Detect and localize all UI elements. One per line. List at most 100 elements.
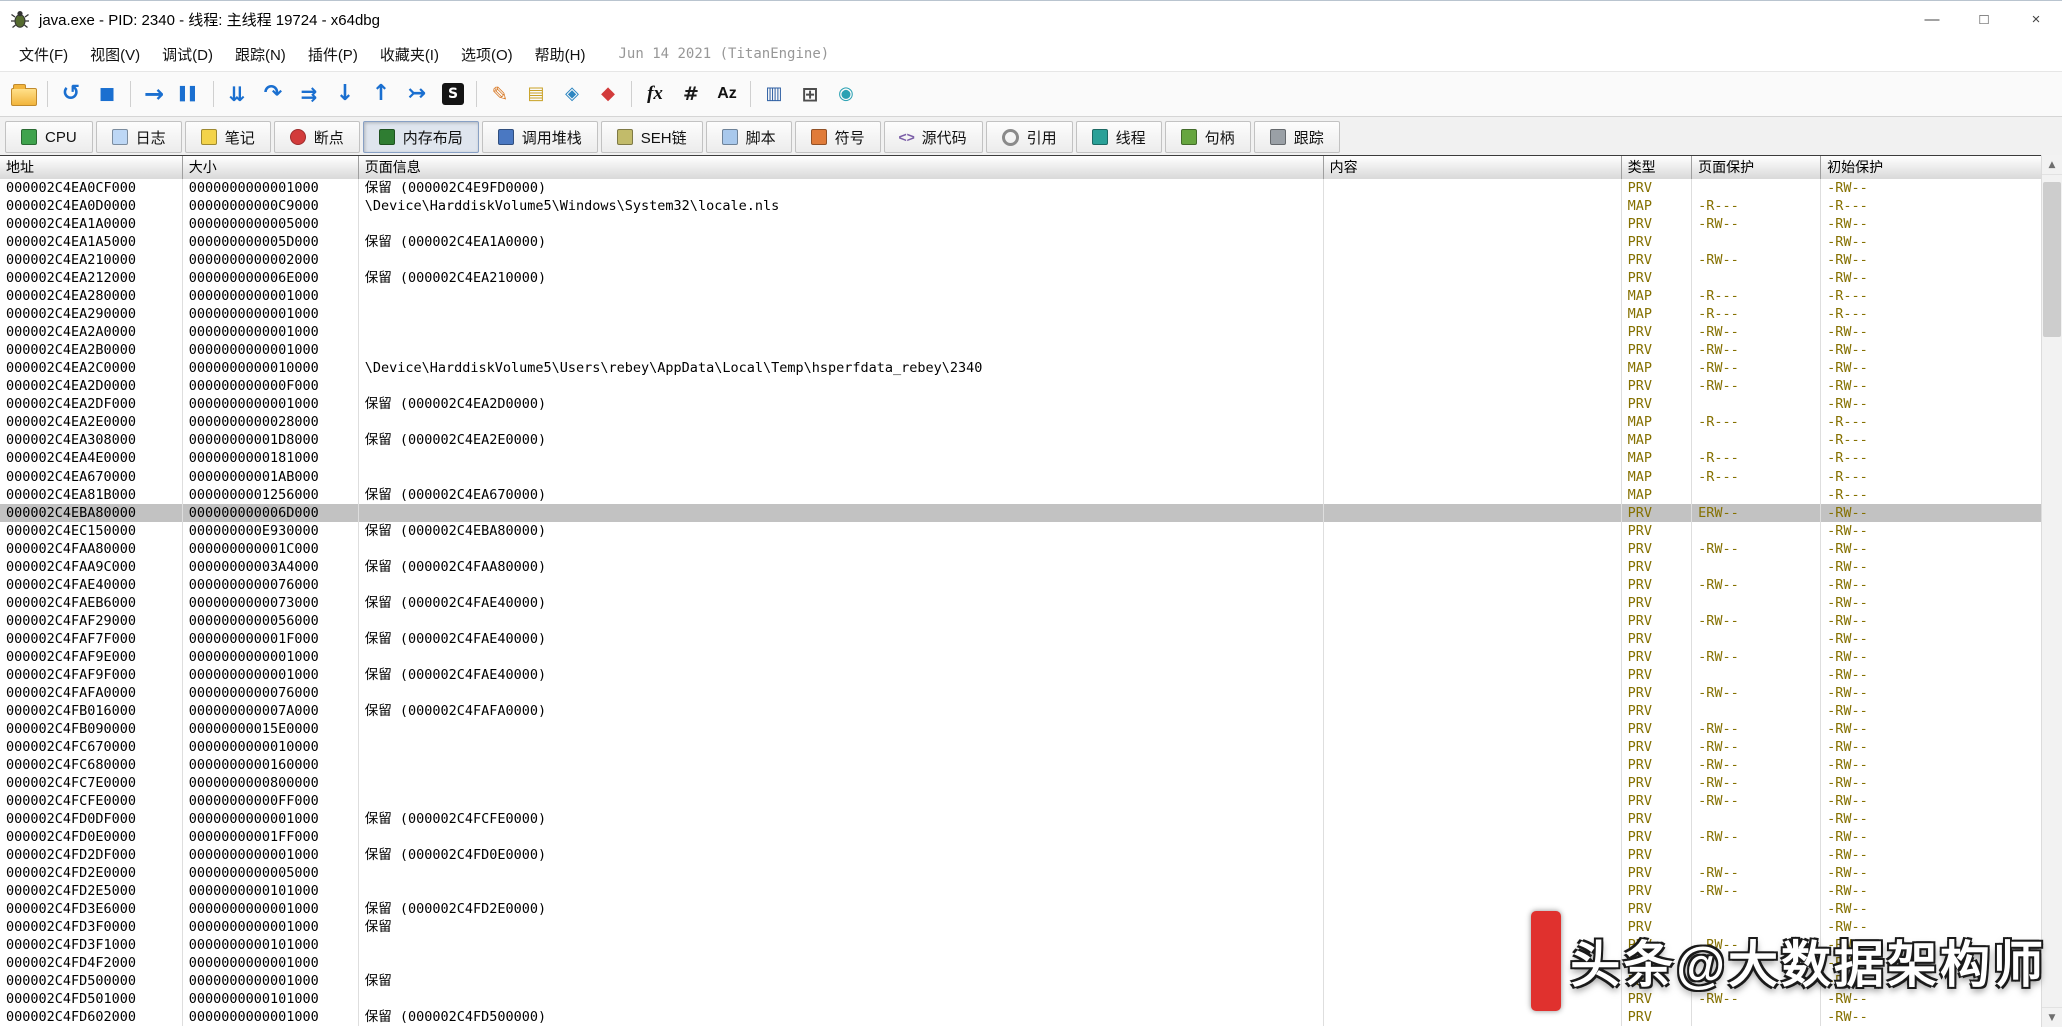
scroll-thumb[interactable] <box>2043 182 2061 337</box>
table-row[interactable]: 000002C4FD3F10000000000000101000PRV-RW--… <box>0 936 2042 954</box>
table-row[interactable]: 000002C4FD5000000000000000001000保留PRV-RW… <box>0 972 2042 990</box>
column-header-size[interactable]: 大小 <box>183 156 359 180</box>
column-header-content[interactable]: 内容 <box>1324 156 1622 180</box>
tab-references[interactable]: 引用 <box>986 121 1073 153</box>
tab-seh[interactable]: SEH链 <box>601 121 703 153</box>
table-row[interactable]: 000002C4FD0DF0000000000000001000保留 (0000… <box>0 810 2042 828</box>
step-into-button[interactable]: ⇊ <box>219 76 255 112</box>
table-row[interactable]: 000002C4FD0E000000000000001FF000PRV-RW--… <box>0 828 2042 846</box>
table-row[interactable]: 000002C4FD2E00000000000000005000PRV-RW--… <box>0 864 2042 882</box>
table-row[interactable]: 000002C4FAF290000000000000056000PRV-RW--… <box>0 612 2042 630</box>
table-row[interactable]: 000002C4EA2B00000000000000001000PRV-RW--… <box>0 341 2042 359</box>
run-until-return-button[interactable]: ↑ <box>363 76 399 112</box>
menu-item-debug[interactable]: 调试(D) <box>151 39 224 70</box>
table-row[interactable]: 000002C4FAA80000000000000001C000PRV-RW--… <box>0 540 2042 558</box>
table-row[interactable]: 000002C4EA2E00000000000000028000MAP-R---… <box>0 413 2042 431</box>
table-row[interactable]: 000002C4EA2900000000000000001000MAP-R---… <box>0 305 2042 323</box>
tab-trace[interactable]: 跟踪 <box>1254 121 1340 153</box>
column-header-address[interactable]: 地址 <box>0 156 183 180</box>
titlebar[interactable]: java.exe - PID: 2340 - 线程: 主线程 19724 - x… <box>0 1 2062 37</box>
bookmark-button[interactable]: ◈ <box>554 76 590 112</box>
menu-item-favourites[interactable]: 收藏夹(I) <box>369 39 450 70</box>
column-header-page-info[interactable]: 页面信息 <box>359 156 1324 180</box>
tab-handles[interactable]: 句柄 <box>1165 121 1251 153</box>
comment-button[interactable]: ▤ <box>518 76 554 112</box>
seh-button[interactable]: S <box>435 76 471 112</box>
menu-item-plugins[interactable]: 插件(P) <box>297 39 369 70</box>
tab-script[interactable]: 脚本 <box>706 121 792 153</box>
table-row[interactable]: 000002C4FD2E50000000000000101000PRV-RW--… <box>0 882 2042 900</box>
table-row[interactable]: 000002C4FAA9C00000000000003A4000保留 (0000… <box>0 558 2042 576</box>
open-file-button[interactable] <box>6 76 42 112</box>
tab-symbols[interactable]: 符号 <box>795 121 881 153</box>
hash-button[interactable]: # <box>673 76 709 112</box>
menu-item-options[interactable]: 选项(O) <box>450 39 524 70</box>
stop-button[interactable]: ■ <box>89 76 125 112</box>
animate-button[interactable]: ⇉ <box>291 76 327 112</box>
table-row[interactable]: 000002C4EA30800000000000001D8000保留 (0000… <box>0 431 2042 449</box>
maximize-button[interactable]: □ <box>1958 1 2010 37</box>
table-row[interactable]: 000002C4FD3F00000000000000001000保留PRV-RW… <box>0 918 2042 936</box>
table-row[interactable]: 000002C4EA81B0000000000001256000保留 (0000… <box>0 486 2042 504</box>
table-row[interactable]: 000002C4FAF9E0000000000000001000PRV-RW--… <box>0 648 2042 666</box>
scroll-down-button[interactable]: ▼ <box>2042 1007 2062 1027</box>
tab-memory-map[interactable]: 内存布局 <box>363 121 479 153</box>
close-button[interactable]: × <box>2010 1 2062 37</box>
table-row[interactable]: 000002C4EA2A00000000000000001000PRV-RW--… <box>0 323 2042 341</box>
table-row[interactable]: 000002C4EA0D000000000000000C9000\Device\… <box>0 197 2042 215</box>
table-row[interactable]: 000002C4FB016000000000000007A000保留 (0000… <box>0 702 2042 720</box>
table-row[interactable]: 000002C4EC150000000000000E930000保留 (0000… <box>0 522 2042 540</box>
table-row[interactable]: 000002C4EBA80000000000000006D000PRVERW--… <box>0 504 2042 522</box>
calculator-button[interactable]: ⊞ <box>792 76 828 112</box>
step-over-button[interactable]: ↷ <box>255 76 291 112</box>
table-row[interactable]: 000002C4FD5010000000000000101000PRV-RW--… <box>0 990 2042 1008</box>
table-row[interactable]: 000002C4EA2DF0000000000000001000保留 (0000… <box>0 395 2042 413</box>
menu-item-help[interactable]: 帮助(H) <box>524 39 597 70</box>
column-header-page-protection[interactable]: 页面保护 <box>1692 156 1821 180</box>
az-button[interactable]: Az <box>709 76 745 112</box>
table-row[interactable]: 000002C4FD6020000000000000001000保留 (0000… <box>0 1008 2042 1026</box>
table-row[interactable]: 000002C4EA2800000000000000001000MAP-R---… <box>0 287 2042 305</box>
minimize-button[interactable]: — <box>1906 1 1958 37</box>
table-row[interactable]: 000002C4FAEB60000000000000073000保留 (0000… <box>0 594 2042 612</box>
table-row[interactable]: 000002C4FD3E60000000000000001000保留 (0000… <box>0 900 2042 918</box>
scroll-up-button[interactable]: ▲ <box>2042 155 2062 175</box>
table-row[interactable]: 000002C4FCFE000000000000000FF000PRV-RW--… <box>0 792 2042 810</box>
erase-button[interactable]: ◆ <box>590 76 626 112</box>
menu-item-file[interactable]: 文件(F) <box>8 39 79 70</box>
globe-button[interactable]: ◉ <box>828 76 864 112</box>
fx-button[interactable]: fx <box>637 76 673 112</box>
step-down-button[interactable]: ↓ <box>327 76 363 112</box>
column-header-initial-protection[interactable]: 初始保护 <box>1821 156 2042 180</box>
tab-log[interactable]: 日志 <box>96 121 182 153</box>
patch-button[interactable]: ✎ <box>482 76 518 112</box>
table-row[interactable]: 000002C4EA67000000000000001AB000MAP-R---… <box>0 468 2042 486</box>
table-row[interactable]: 000002C4EA1A00000000000000005000PRV-RW--… <box>0 215 2042 233</box>
table-row[interactable]: 000002C4FC7E00000000000000800000PRV-RW--… <box>0 774 2042 792</box>
table-row[interactable]: 000002C4FC6800000000000000160000PRV-RW--… <box>0 756 2042 774</box>
tab-source[interactable]: <>源代码 <box>884 121 983 153</box>
table-row[interactable]: 000002C4FC6700000000000000010000PRV-RW--… <box>0 738 2042 756</box>
table-row[interactable]: 000002C4EA0CF0000000000000001000保留 (0000… <box>0 179 2042 197</box>
table-row[interactable]: 000002C4EA4E00000000000000181000MAP-R---… <box>0 449 2042 467</box>
tab-cpu[interactable]: CPU <box>5 121 93 153</box>
table-row[interactable]: 000002C4FAE400000000000000076000PRV-RW--… <box>0 576 2042 594</box>
table-row[interactable]: 000002C4EA1A5000000000000005D000保留 (0000… <box>0 233 2042 251</box>
menu-item-trace[interactable]: 跟踪(N) <box>224 39 297 70</box>
table-row[interactable]: 000002C4FAF9F0000000000000001000保留 (0000… <box>0 666 2042 684</box>
tab-call-stack[interactable]: 调用堆栈 <box>482 121 598 153</box>
tab-notes[interactable]: 笔记 <box>185 121 271 153</box>
menu-item-view[interactable]: 视图(V) <box>79 39 151 70</box>
table-row[interactable]: 000002C4FD4F20000000000000001000PRV-RW-- <box>0 954 2042 972</box>
tab-breakpoints[interactable]: 断点 <box>274 121 360 153</box>
graph-button[interactable]: ▥ <box>756 76 792 112</box>
column-header-type[interactable]: 类型 <box>1622 156 1692 180</box>
run-button[interactable]: → <box>136 76 172 112</box>
restart-button[interactable]: ↺ <box>53 76 89 112</box>
pause-button[interactable]: ▌▌ <box>172 76 208 112</box>
table-row[interactable]: 000002C4EA2100000000000000002000PRV-RW--… <box>0 251 2042 269</box>
table-row[interactable]: 000002C4EA212000000000000006E000保留 (0000… <box>0 269 2042 287</box>
tab-threads[interactable]: 线程 <box>1076 121 1162 153</box>
table-row[interactable]: 000002C4FD2DF0000000000000001000保留 (0000… <box>0 846 2042 864</box>
run-to-user-code-button[interactable]: ↣ <box>399 76 435 112</box>
